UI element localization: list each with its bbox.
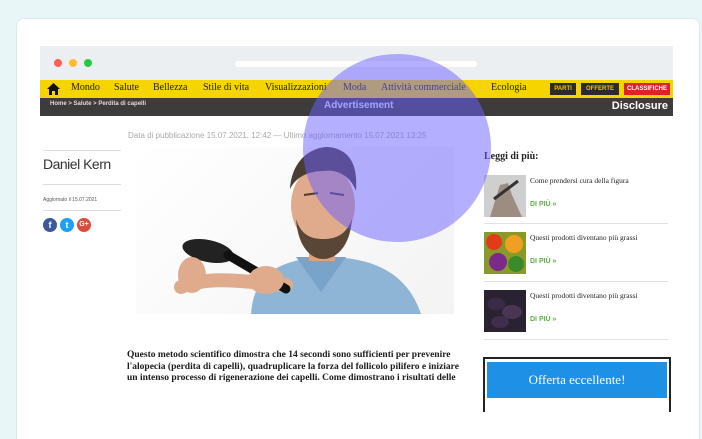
sidebar-item-text[interactable]: Questi prodotti diventano più grassi [530,233,660,243]
sidebar-item-3[interactable]: Questi prodotti diventano più grassi DI … [484,290,668,334]
offer-button[interactable]: Offerta eccellente! [487,362,667,398]
sidebar-divider [484,223,668,224]
nav-item-bellezza[interactable]: Bellezza [153,82,187,93]
author-name[interactable]: Daniel Kern [43,156,111,172]
nav-item-visualizzazioni[interactable]: Visualizzazioni [265,82,327,93]
sidebar-item-1[interactable]: Come prendersi cura della figura DI PIÙ … [484,175,668,219]
close-window-dot[interactable] [54,59,62,67]
author-update-date: Aggiornato il 15.07.2021 [43,197,98,203]
facebook-icon[interactable]: f [43,218,57,232]
pill-parti[interactable]: PARTI [550,83,576,95]
nav-item-ecologia[interactable]: Ecologia [491,82,527,93]
sidebar-more-link[interactable]: DI PIÙ » [530,201,556,208]
sidebar-item-2[interactable]: Questi prodotti diventano più grassi DI … [484,232,668,276]
author-bottom-divider [43,210,121,211]
google-plus-icon[interactable]: G+ [77,218,91,232]
browser-window: Mondo Salute Bellezza Stile di vita Visu… [40,46,673,412]
sidebar-item-text[interactable]: Questi prodotti diventano più grassi [530,291,660,301]
sidebar-item-text[interactable]: Come prendersi cura della figura [530,176,660,186]
sidebar-title: Leggi di più: [484,151,539,162]
sidebar-divider [484,339,668,340]
breadcrumb[interactable]: Home > Salute > Perdita di capelli [50,101,146,107]
author-top-divider [43,150,121,151]
sidebar-divider [484,281,668,282]
home-icon[interactable] [47,83,60,95]
sidebar-more-link[interactable]: DI PIÙ » [530,316,556,323]
pill-offerte[interactable]: OFFERTE [581,83,619,95]
minimize-window-dot[interactable] [69,59,77,67]
sidebar-thumb-vegetables [484,232,526,274]
maximize-window-dot[interactable] [84,59,92,67]
twitter-icon[interactable]: t [60,218,74,232]
nav-item-stile-di-vita[interactable]: Stile di vita [203,82,249,93]
author-mid-divider [43,184,121,185]
article-body: Questo metodo scientifico dimostra che 1… [127,350,459,383]
pill-classifiche[interactable]: CLASSIFICHE [624,83,670,95]
offer-box: Offerta eccellente! [483,357,671,412]
sidebar-thumb-figure [484,175,526,217]
disclosure-link[interactable]: Disclosure [612,100,668,112]
sidebar-more-link[interactable]: DI PIÙ » [530,258,556,265]
nav-item-mondo[interactable]: Mondo [71,82,100,93]
sidebar-thumb-eggplants [484,290,526,332]
highlight-overlay [303,54,491,242]
nav-item-salute[interactable]: Salute [114,82,139,93]
